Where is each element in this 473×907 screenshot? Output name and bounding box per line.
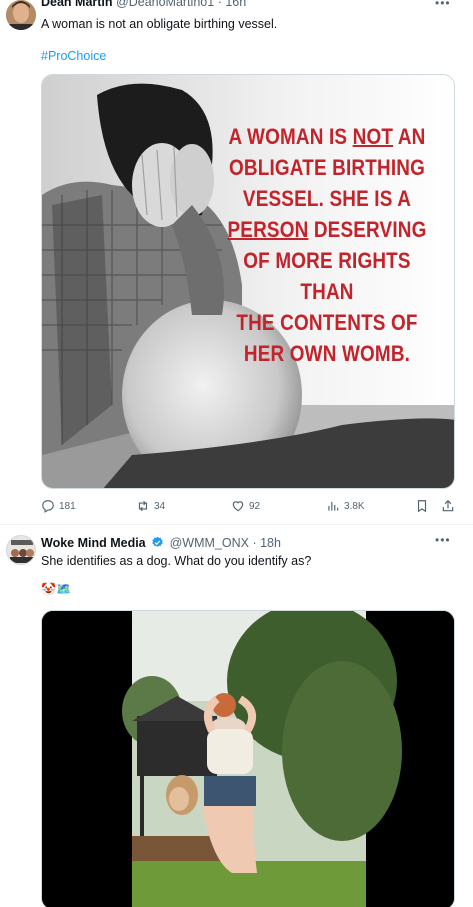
poster-line: THE CONTENTS OF bbox=[236, 310, 418, 335]
poster-text: A WOMAN IS NOT AN OBLIGATE BIRTHING VESS… bbox=[224, 121, 430, 369]
tweet-image[interactable]: A WOMAN IS NOT AN OBLIGATE BIRTHING VESS… bbox=[41, 74, 455, 489]
reply-icon bbox=[42, 500, 54, 513]
tweet-text: A woman is not an obligate birthing vess… bbox=[41, 17, 278, 31]
tweet-header: Dean Martin @DeanoMartino1 · 16h bbox=[41, 0, 246, 10]
tweet-header: Woke Mind Media @WMM_ONX · 18h bbox=[41, 536, 281, 551]
poster-emphasis: PERSON bbox=[227, 217, 309, 242]
separator: · bbox=[217, 0, 222, 9]
poster-emphasis: NOT bbox=[352, 124, 394, 149]
bookmark-icon bbox=[417, 500, 427, 513]
view-count: 3.8K bbox=[344, 500, 365, 512]
retweet-button[interactable]: 34 bbox=[136, 498, 165, 514]
tweet-emoji: 🤡🗺️ bbox=[41, 582, 71, 596]
poster-line: OF MORE RIGHTS THAN bbox=[243, 248, 411, 304]
tweet[interactable]: Dean Martin @DeanoMartino1 · 16h ••• A w… bbox=[0, 0, 473, 525]
avatar-image bbox=[7, 536, 35, 564]
poster-line: VESSEL. SHE IS A bbox=[242, 186, 412, 211]
timestamp[interactable]: 16h bbox=[225, 0, 246, 9]
share-button[interactable] bbox=[441, 498, 455, 514]
author-name[interactable]: Dean Martin bbox=[41, 0, 113, 9]
like-count: 92 bbox=[249, 500, 261, 512]
reply-count: 181 bbox=[59, 500, 76, 512]
poster-line: OBLIGATE BIRTHING bbox=[229, 155, 425, 180]
author-name[interactable]: Woke Mind Media bbox=[41, 536, 146, 550]
tweet-video[interactable] bbox=[41, 610, 455, 907]
video-frame bbox=[42, 611, 454, 907]
author-handle[interactable]: @DeanoMartino1 bbox=[116, 0, 214, 9]
analytics-icon bbox=[328, 501, 339, 511]
poster-line: PERSON DESERVING bbox=[224, 214, 430, 245]
bookmark-button[interactable] bbox=[415, 498, 429, 514]
retweet-icon bbox=[138, 500, 148, 512]
hashtag-link[interactable]: #ProChoice bbox=[41, 49, 106, 63]
retweet-count: 34 bbox=[154, 500, 166, 512]
poster-fragment: A WOMAN IS bbox=[228, 124, 353, 149]
more-horizontal-icon[interactable]: ••• bbox=[435, 0, 451, 9]
heart-icon bbox=[232, 501, 244, 512]
poster-line: HER OWN WOMB. bbox=[243, 341, 411, 366]
avatar[interactable] bbox=[6, 0, 36, 30]
verified-badge-icon[interactable] bbox=[151, 536, 164, 549]
poster-fragment: DESERVING bbox=[308, 217, 427, 242]
avatar[interactable] bbox=[6, 535, 36, 565]
tweet-divider bbox=[0, 524, 473, 525]
poster-line: A WOMAN IS NOT AN bbox=[224, 121, 430, 152]
tweet-actions: 181 34 92 3.8K bbox=[41, 498, 461, 514]
poster-fragment: AN bbox=[393, 124, 426, 149]
share-icon bbox=[442, 499, 454, 512]
avatar-image bbox=[6, 0, 36, 30]
like-button[interactable]: 92 bbox=[231, 498, 260, 514]
separator: · bbox=[252, 536, 257, 550]
tweet[interactable]: Woke Mind Media @WMM_ONX · 18h ••• She i… bbox=[0, 526, 473, 907]
author-handle[interactable]: @WMM_ONX bbox=[170, 536, 249, 550]
more-horizontal-icon[interactable]: ••• bbox=[435, 534, 451, 546]
timestamp[interactable]: 18h bbox=[260, 536, 281, 550]
reply-button[interactable]: 181 bbox=[41, 498, 76, 514]
tweet-text: She identifies as a dog. What do you ide… bbox=[41, 554, 312, 568]
views-button[interactable]: 3.8K bbox=[326, 498, 365, 514]
